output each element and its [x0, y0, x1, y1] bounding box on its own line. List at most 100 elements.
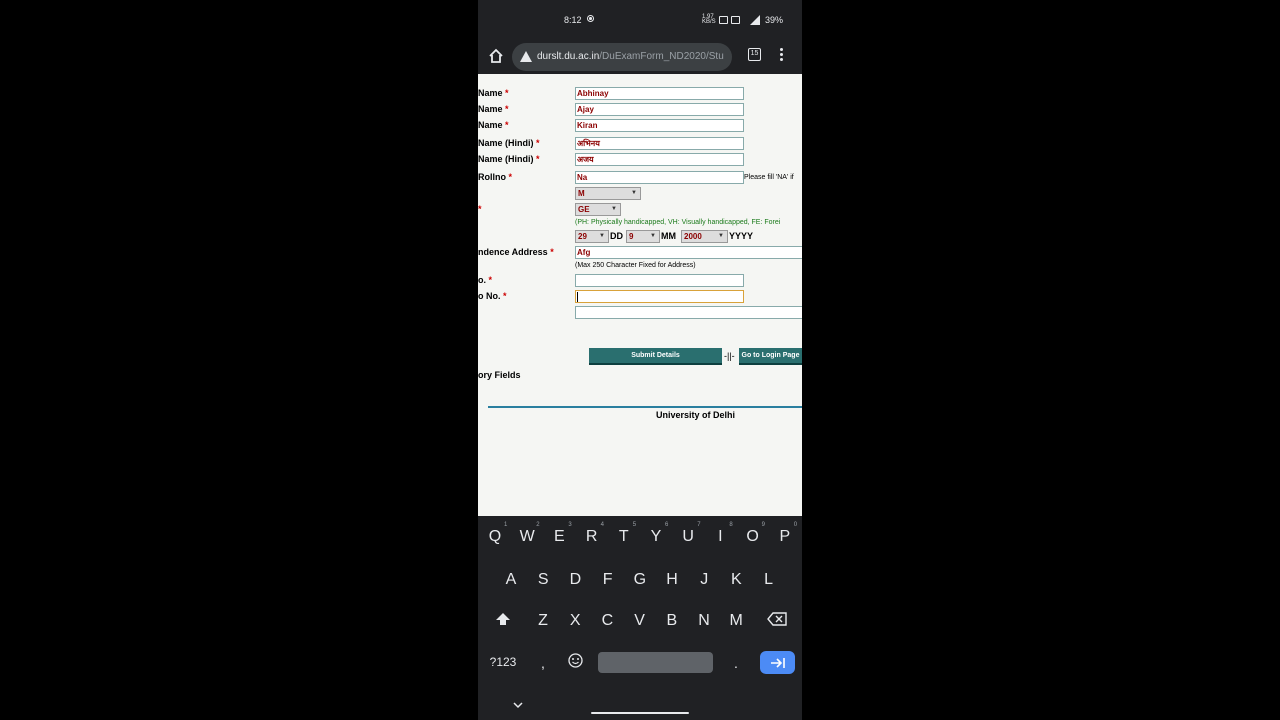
key-t[interactable]: T: [609, 528, 639, 546]
key-n[interactable]: N: [689, 612, 719, 630]
period-key[interactable]: .: [721, 655, 751, 671]
address-note: (Max 250 Character Fixed for Address): [575, 262, 696, 269]
not-secure-warning-icon[interactable]: [520, 51, 532, 62]
address-label: ndence Address *: [478, 247, 554, 257]
more-menu-icon[interactable]: [780, 48, 783, 62]
web-page: Name * Abhinay Name * Ajay Name * Kiran …: [478, 74, 802, 516]
key-e[interactable]: E: [544, 528, 574, 546]
email-input[interactable]: [575, 306, 802, 319]
mobile-input[interactable]: [575, 274, 744, 287]
key-hint: 5: [632, 522, 637, 528]
comma-key[interactable]: ,: [528, 655, 558, 671]
phone-screen: 8:12 1.97 KB/S 39% durslt.du.ac.in/DuExam…: [478, 0, 802, 720]
category-select[interactable]: GE ▼: [575, 203, 621, 216]
signal-icon: [750, 15, 760, 25]
key-x[interactable]: X: [560, 612, 590, 630]
gesture-navigation-bar[interactable]: [591, 712, 689, 714]
go-to-login-button[interactable]: Go to Login Page: [739, 348, 802, 365]
key-hint: 4: [600, 522, 604, 528]
footer-divider: [488, 406, 802, 408]
key-hint: 8: [729, 522, 733, 528]
tab-next-icon: [770, 658, 785, 668]
gender-select[interactable]: M ▼: [575, 187, 641, 200]
space-key[interactable]: [598, 652, 713, 673]
dob-month-label: MM: [661, 231, 676, 241]
dob-day-label: DD: [610, 231, 623, 241]
key-hint: 1: [504, 522, 508, 528]
backspace-key[interactable]: [762, 612, 792, 631]
key-hint: 9: [761, 522, 765, 528]
emoji-key[interactable]: [560, 653, 590, 671]
key-q[interactable]: Q: [480, 528, 510, 546]
key-hint: 3: [568, 522, 572, 528]
address-input[interactable]: Afg: [575, 246, 802, 259]
phone-input[interactable]: [575, 290, 744, 303]
name-hindi-input[interactable]: अभिनय: [575, 137, 744, 150]
last-name-input[interactable]: Kiran: [575, 119, 744, 132]
middle-name-input[interactable]: Ajay: [575, 103, 744, 116]
rollno-hint: Please fill 'NA' if: [744, 174, 794, 181]
middle-name-label: Name *: [478, 104, 509, 114]
status-time: 8:12: [564, 15, 582, 25]
hide-keyboard-icon[interactable]: [513, 696, 523, 714]
tab-switcher-button[interactable]: 15: [748, 48, 761, 61]
shift-key[interactable]: [488, 612, 518, 631]
key-w[interactable]: W: [512, 528, 542, 546]
father-name-hindi-input[interactable]: अजय: [575, 153, 744, 166]
mandatory-fields-note: ory Fields: [478, 370, 521, 380]
key-hint: 7: [697, 522, 701, 528]
dob-year-select[interactable]: 2000 ▼: [681, 230, 728, 243]
last-name-label: Name *: [478, 120, 509, 130]
emoji-icon: [567, 653, 583, 668]
key-u[interactable]: U: [673, 528, 703, 546]
key-a[interactable]: A: [496, 571, 526, 589]
key-d[interactable]: D: [560, 571, 590, 589]
dob-year-label: YYYY: [729, 231, 754, 241]
volte-icon-2: [731, 16, 740, 24]
key-p[interactable]: P: [770, 528, 800, 546]
soft-keyboard: Q1W2E3R4T5Y6U7I8O9P0 ASDFGHJKL ZXCVBNM ?…: [478, 516, 802, 720]
first-name-input[interactable]: Abhinay: [575, 87, 744, 100]
key-hint: 0: [793, 522, 798, 528]
url-text[interactable]: durslt.du.ac.in/DuExamForm_ND2020/Stu: [537, 51, 730, 62]
key-y[interactable]: Y: [641, 528, 671, 546]
category-label: *: [478, 204, 482, 214]
key-l[interactable]: L: [754, 571, 784, 589]
address-bar[interactable]: durslt.du.ac.in/DuExamForm_ND2020/Stu: [512, 43, 732, 71]
rollno-input[interactable]: Na: [575, 171, 744, 184]
key-j[interactable]: J: [689, 571, 719, 589]
mobile-label: o. *: [478, 275, 493, 285]
submit-details-button[interactable]: Submit Details: [589, 348, 722, 365]
status-bar: 8:12 1.97 KB/S 39%: [478, 0, 802, 40]
key-r[interactable]: R: [577, 528, 607, 546]
dropdown-arrow-icon: ▼: [611, 206, 617, 212]
key-f[interactable]: F: [593, 571, 623, 589]
browser-toolbar: durslt.du.ac.in/DuExamForm_ND2020/Stu 15: [478, 40, 802, 74]
key-s[interactable]: S: [528, 571, 558, 589]
dob-month-select[interactable]: 9 ▼: [626, 230, 660, 243]
notification-icons: [719, 16, 740, 24]
key-c[interactable]: C: [592, 612, 622, 630]
key-g[interactable]: G: [625, 571, 655, 589]
key-m[interactable]: M: [721, 612, 751, 630]
symbols-key[interactable]: ?123: [486, 655, 520, 669]
name-hindi-label: Name (Hindi) *: [478, 138, 540, 148]
first-name-label: Name *: [478, 88, 509, 98]
home-icon[interactable]: [487, 47, 505, 65]
key-h[interactable]: H: [657, 571, 687, 589]
key-o[interactable]: O: [738, 528, 768, 546]
key-z[interactable]: Z: [528, 612, 558, 630]
network-speed: 1.97 KB/S: [702, 14, 716, 25]
father-name-hindi-label: Name (Hindi) *: [478, 154, 540, 164]
key-b[interactable]: B: [657, 612, 687, 630]
key-v[interactable]: V: [625, 612, 655, 630]
phone-label: o No. *: [478, 291, 507, 301]
key-k[interactable]: K: [721, 571, 751, 589]
category-note: (PH: Physically handicapped, VH: Visuall…: [575, 219, 781, 226]
next-key[interactable]: [760, 651, 795, 674]
footer-university: University of Delhi: [656, 410, 736, 420]
volte-icon: [719, 16, 728, 24]
key-i[interactable]: I: [705, 528, 735, 546]
dropdown-arrow-icon: ▼: [631, 190, 637, 196]
dob-day-select[interactable]: 29 ▼: [575, 230, 609, 243]
